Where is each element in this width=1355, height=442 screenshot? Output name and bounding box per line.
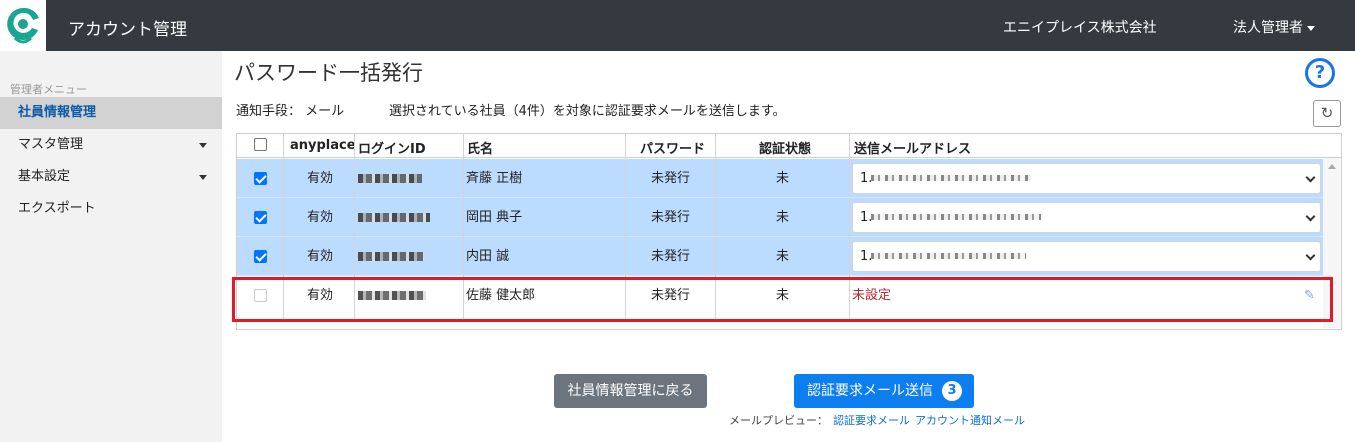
auth-status: 未 [776,210,790,225]
select-all-checkbox[interactable] [254,138,267,151]
caret-down-icon [1307,25,1315,31]
masked-email [871,175,1031,181]
back-to-employee-info-button[interactable]: 社員情報管理に戻る [554,374,707,408]
column-header-email: 送信メールアドレス [854,142,972,157]
table-header: anyplace ログインID 氏名 パスワード 認証状態 送信メールアドレス [237,134,1341,158]
column-header-auth-status: 認証状態 [759,142,812,157]
sidebar: 管理者メニュー 社員情報管理 マスタ管理 基本設定 エクスポート [0,51,222,442]
auth-status: 未 [776,249,790,264]
email-select[interactable]: 1. [852,202,1321,233]
send-count-badge: 3 [942,381,962,401]
refresh-button[interactable]: ↻ [1313,100,1341,127]
sidebar-item-master[interactable]: マスタ管理 [0,129,222,161]
page-title: パスワード一括発行 [234,61,423,85]
sidebar-item-employee-info[interactable]: 社員情報管理 [0,97,222,129]
sidebar-heading: 管理者メニュー [10,83,87,96]
chevron-down-icon [1305,211,1316,222]
sidebar-item-export[interactable]: エクスポート [0,193,222,225]
highlight-annotation [232,277,1333,322]
preview-auth-mail-link[interactable]: 認証要求メール [833,414,910,427]
column-header-anyplace: anyplace [290,138,356,153]
anyplace-status: 有効 [307,210,334,225]
employee-name: 内田 誠 [466,249,510,264]
sidebar-item-label: 基本設定 [18,169,71,184]
login-id-masked [358,198,430,237]
column-header-login-id: ログインID [358,142,426,157]
preview-account-mail-link[interactable]: アカウント通知メール [915,414,1025,427]
masked-email [871,214,1041,220]
password-status: 未発行 [651,210,691,225]
masked-email [871,253,1026,259]
sidebar-item-label: エクスポート [18,201,96,216]
employee-name: 岡田 典子 [466,210,523,225]
app-title: アカウント管理 [68,20,187,40]
email-select[interactable]: 1. [852,241,1321,272]
top-header: アカウント管理 エニイプレイス株式会社 法人管理者 [0,0,1355,51]
anyplace-status: 有効 [307,171,334,186]
password-status: 未発行 [651,171,691,186]
send-button-label: 認証要求メール送信 [807,383,933,399]
chevron-down-icon [1305,172,1316,183]
row-checkbox[interactable] [254,250,267,263]
sidebar-item-basic-settings[interactable]: 基本設定 [0,161,222,193]
column-header-password: パスワード [640,142,706,157]
logo[interactable] [0,0,46,51]
chevron-down-icon [1305,250,1316,261]
column-header-name: 氏名 [467,142,494,157]
login-id-masked [358,237,424,276]
caret-down-icon [199,143,207,148]
company-name: エニイプレイス株式会社 [1003,20,1157,36]
mail-preview: メールプレビュー： 認証要求メール アカウント通知メール [729,412,1025,428]
row-checkbox[interactable] [254,211,267,224]
user-menu-label: 法人管理者 [1233,20,1303,36]
login-id-masked [358,159,422,198]
auth-status: 未 [776,171,790,186]
user-menu-dropdown[interactable]: 法人管理者 [1233,17,1315,37]
notify-message: 選択されている社員（4件）を対象に認証要求メールを送信します。 [389,104,786,119]
send-auth-mail-button[interactable]: 認証要求メール送信 3 [794,374,974,408]
anyplace-status: 有効 [307,249,334,264]
sidebar-item-label: 社員情報管理 [18,105,97,120]
anyplace-logo-icon [7,7,39,44]
preview-label: メールプレビュー： [729,414,828,427]
help-icon[interactable]: ? [1305,58,1335,88]
notify-method: 通知手段： メール [236,104,345,119]
email-select[interactable]: 1. [852,163,1321,194]
scroll-up-icon[interactable] [1328,164,1336,169]
caret-down-icon [199,175,207,180]
password-status: 未発行 [651,249,691,264]
employee-name: 斉藤 正樹 [466,171,523,186]
sidebar-item-label: マスタ管理 [18,137,84,152]
refresh-icon: ↻ [1320,104,1334,122]
row-checkbox[interactable] [254,172,267,185]
